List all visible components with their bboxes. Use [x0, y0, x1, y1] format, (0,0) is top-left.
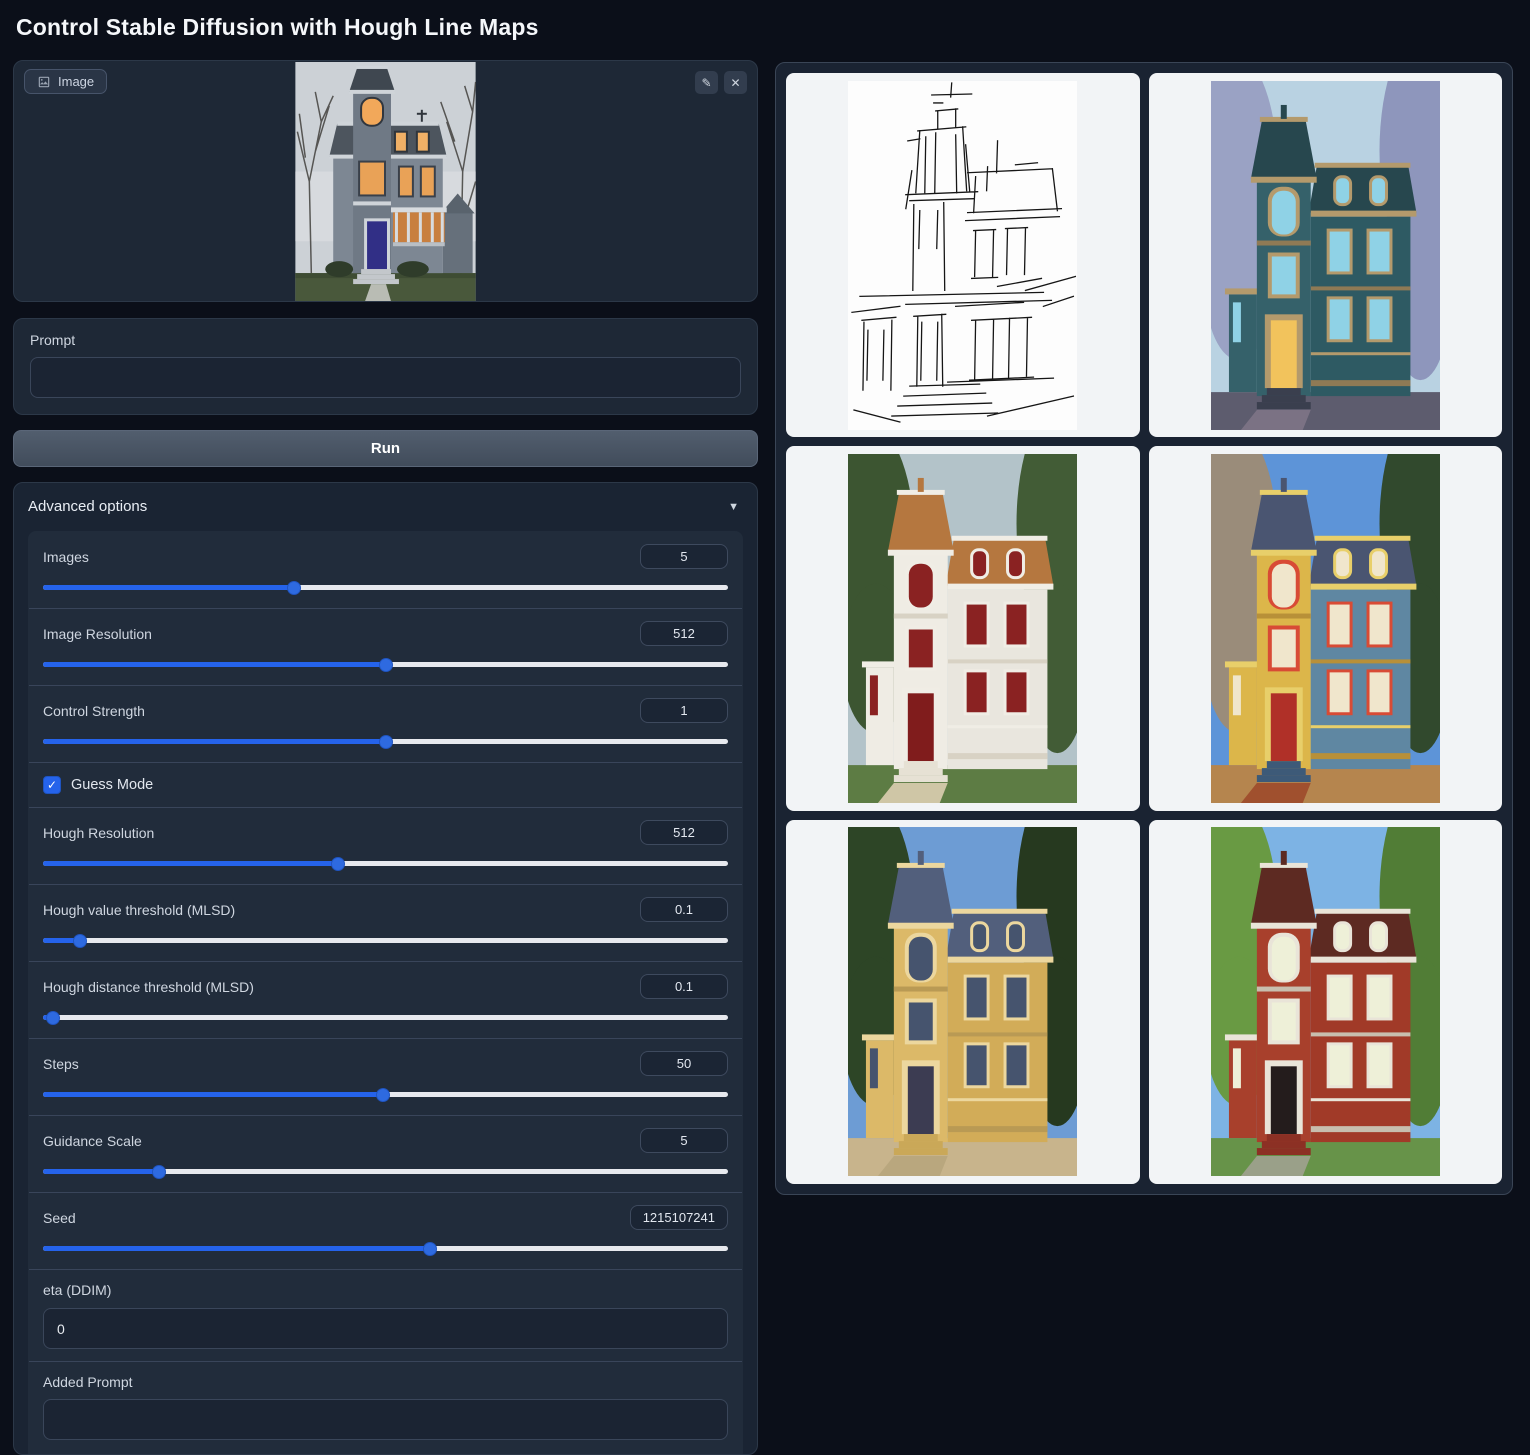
- slider-control-strength: Control Strength 1: [29, 685, 742, 762]
- hough-line-map-image: [848, 81, 1077, 430]
- slider-track[interactable]: [43, 1015, 728, 1020]
- slider-handle[interactable]: [376, 1088, 390, 1102]
- slider-track[interactable]: [43, 938, 728, 943]
- slider-label: Hough distance threshold (MLSD): [43, 979, 254, 995]
- slider-value-input[interactable]: 1: [640, 698, 728, 723]
- slider-value-input[interactable]: 5: [640, 544, 728, 569]
- slider-handle[interactable]: [152, 1165, 166, 1179]
- advanced-options-title: Advanced options: [28, 498, 147, 515]
- pencil-icon: ✎: [701, 76, 711, 90]
- gallery-item-hough-line-map[interactable]: [786, 73, 1140, 437]
- gallery-item-teal-house[interactable]: [1149, 73, 1503, 437]
- slider-handle[interactable]: [46, 1011, 60, 1025]
- slider-value-input[interactable]: 0.1: [640, 897, 728, 922]
- red-brick-house-painting: [1211, 827, 1440, 1176]
- slider-value-input[interactable]: 5: [640, 1128, 728, 1153]
- image-label-chip: Image: [24, 69, 107, 94]
- eta-label: eta (DDIM): [43, 1282, 728, 1298]
- slider-track[interactable]: [43, 739, 728, 744]
- prompt-panel: Prompt: [13, 318, 758, 415]
- prompt-input[interactable]: [30, 357, 741, 398]
- collapse-arrow-icon: ▼: [728, 501, 739, 513]
- slider-value-input[interactable]: 50: [640, 1051, 728, 1076]
- eta-input[interactable]: [43, 1308, 728, 1349]
- slider-label: Steps: [43, 1056, 79, 1072]
- slider-value-input[interactable]: 1215107241: [630, 1205, 728, 1230]
- guess-mode-checkbox[interactable]: ✓: [43, 776, 61, 794]
- golden-house-painting: [848, 827, 1077, 1176]
- added-prompt-row: Added Prompt: [29, 1361, 742, 1455]
- slider-label: Guidance Scale: [43, 1133, 142, 1149]
- gallery-item-red-brick-house[interactable]: [1149, 820, 1503, 1184]
- slider-label: Hough Resolution: [43, 825, 154, 841]
- slider-label: Seed: [43, 1210, 76, 1226]
- slider-handle[interactable]: [379, 658, 393, 672]
- output-gallery: [775, 62, 1513, 1195]
- guess-mode-row: ✓ Guess Mode: [29, 762, 742, 807]
- slider-label: Image Resolution: [43, 626, 152, 642]
- slider-handle[interactable]: [331, 857, 345, 871]
- advanced-options-header[interactable]: Advanced options ▼: [14, 483, 757, 527]
- slider-hough-resolution: Hough Resolution 512: [29, 807, 742, 884]
- victorian-house-photo: [295, 62, 476, 301]
- input-image[interactable]: [14, 61, 757, 301]
- slider-handle[interactable]: [423, 1242, 437, 1256]
- slider-label: Hough value threshold (MLSD): [43, 902, 235, 918]
- slider-track[interactable]: [43, 662, 728, 667]
- gallery-item-yellow-blue-house[interactable]: [1149, 446, 1503, 810]
- slider-image-resolution: Image Resolution 512: [29, 608, 742, 685]
- added-prompt-input[interactable]: [43, 1399, 728, 1440]
- slider-handle[interactable]: [379, 735, 393, 749]
- slider-track[interactable]: [43, 585, 728, 590]
- guess-mode-label: Guess Mode: [71, 777, 153, 793]
- edit-image-button[interactable]: ✎: [695, 71, 718, 94]
- eta-row: eta (DDIM): [29, 1269, 742, 1361]
- teal-house-painting: [1211, 81, 1440, 430]
- slider-label: Control Strength: [43, 703, 145, 719]
- slider-steps: Steps 50: [29, 1038, 742, 1115]
- slider-value-input[interactable]: 512: [640, 621, 728, 646]
- slider-handle[interactable]: [287, 581, 301, 595]
- gallery-item-white-house[interactable]: [786, 446, 1140, 810]
- prompt-label: Prompt: [30, 332, 741, 348]
- slider-seed: Seed 1215107241: [29, 1192, 742, 1269]
- input-image-panel: Image ✎ ✕: [13, 60, 758, 302]
- run-button[interactable]: Run: [13, 430, 758, 467]
- added-prompt-label: Added Prompt: [43, 1374, 728, 1390]
- advanced-options-panel: Advanced options ▼ Images 5 Image Resolu…: [13, 482, 758, 1455]
- slider-value-input[interactable]: 512: [640, 820, 728, 845]
- slider-value-input[interactable]: 0.1: [640, 974, 728, 999]
- gallery-item-golden-house[interactable]: [786, 820, 1140, 1184]
- image-label: Image: [58, 74, 94, 89]
- slider-guidance-scale: Guidance Scale 5: [29, 1115, 742, 1192]
- slider-hough-distance-threshold: Hough distance threshold (MLSD) 0.1: [29, 961, 742, 1038]
- slider-images: Images 5: [29, 532, 742, 608]
- yellow-blue-house-painting: [1211, 454, 1440, 803]
- slider-track[interactable]: [43, 1092, 728, 1097]
- slider-hough-value-threshold: Hough value threshold (MLSD) 0.1: [29, 884, 742, 961]
- slider-handle[interactable]: [73, 934, 87, 948]
- advanced-options-form: Images 5 Image Resolution 512 Control St…: [28, 531, 743, 1455]
- page-title: Control Stable Diffusion with Hough Line…: [16, 14, 539, 41]
- clear-image-button[interactable]: ✕: [724, 71, 747, 94]
- slider-track[interactable]: [43, 1246, 728, 1251]
- close-icon: ✕: [730, 76, 740, 90]
- image-icon: [37, 75, 51, 89]
- slider-track[interactable]: [43, 1169, 728, 1174]
- slider-track[interactable]: [43, 861, 728, 866]
- white-house-painting: [848, 454, 1077, 803]
- slider-label: Images: [43, 549, 89, 565]
